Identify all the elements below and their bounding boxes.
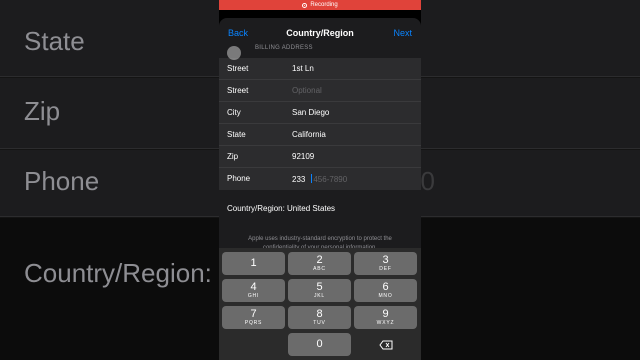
key-number: 3 [382, 254, 389, 266]
state-label: State [227, 130, 246, 139]
key-4[interactable]: 4 GHI [222, 279, 285, 302]
key-8[interactable]: 8 TUV [288, 306, 351, 329]
section-header: BILLING ADDRESS [255, 45, 313, 51]
key-letters: TUV [313, 320, 326, 326]
key-2[interactable]: 2 ABC [288, 252, 351, 275]
bg-label-country: Country/Region: [24, 258, 212, 288]
form-row-zip[interactable]: Zip 92109 [219, 146, 421, 168]
key-letters: PQRS [244, 320, 263, 326]
bg-label-zip: Zip [24, 96, 61, 126]
street-label: Street [227, 64, 249, 73]
key-6[interactable]: 6 MNO [354, 279, 417, 302]
key-number: 7 [250, 308, 257, 320]
key-number: 6 [382, 281, 389, 293]
key-letters: JKL [313, 293, 326, 299]
city-field[interactable]: San Diego [292, 108, 329, 117]
bg-label-phone: Phone [24, 166, 100, 196]
key-number: 1 [250, 257, 257, 269]
zip-label: Zip [227, 152, 239, 161]
street-2-label: Street [227, 86, 249, 95]
key-number: 0 [316, 338, 323, 350]
key-number: 5 [316, 281, 323, 293]
form-row-state[interactable]: State California [219, 124, 421, 146]
key-number: 8 [316, 308, 323, 320]
key-letters: DEF [379, 266, 392, 272]
key-letters: MNO [378, 293, 393, 299]
backspace-icon [378, 340, 392, 349]
zip-field[interactable]: 92109 [292, 152, 314, 161]
key-blank [222, 333, 285, 356]
street-field[interactable]: 1st Ln [292, 64, 314, 73]
key-number: 9 [382, 308, 389, 320]
key-number: 4 [250, 281, 257, 293]
phone-label: Phone [227, 174, 251, 183]
number-pad: 1 2 ABC 3 DEF 4 GHI 5 JKL 6 MNO 7 PQRS 8 TUV 9W… [219, 248, 421, 360]
phone-value: 233 [292, 175, 306, 184]
key-letters: ABC [313, 266, 326, 272]
key-9[interactable]: 9 WXYZ [354, 306, 417, 329]
state-field[interactable]: California [292, 130, 326, 139]
phone-screen: Recording Back Country/Region Next BILLI… [219, 0, 421, 360]
record-icon [302, 2, 308, 8]
phone-field[interactable]: 233 456-7890 [292, 174, 347, 184]
key-1[interactable]: 1 [222, 252, 285, 275]
recording-label: Recording [310, 2, 338, 8]
form-row-city[interactable]: City San Diego [219, 102, 421, 124]
form-row-street-2[interactable]: Street Optional [219, 80, 421, 102]
country-region-line[interactable]: Country/Region: United States [227, 204, 335, 213]
street-2-field[interactable]: Optional [292, 86, 322, 95]
address-form: Street 1st Ln Street Optional City San D… [219, 58, 421, 190]
navigation-bar: Back Country/Region Next [219, 18, 421, 48]
recording-indicator: Recording [219, 0, 421, 10]
key-7[interactable]: 7 PQRS [222, 306, 285, 329]
delete-key[interactable] [354, 333, 417, 356]
key-0[interactable]: 0 [288, 333, 351, 356]
key-3[interactable]: 3 DEF [354, 252, 417, 275]
key-5[interactable]: 5 JKL [288, 279, 351, 302]
form-row-phone[interactable]: Phone 233 456-7890 [219, 168, 421, 190]
phone-placeholder: 456-7890 [313, 175, 348, 184]
key-letters: GHI [247, 293, 260, 299]
form-row-street[interactable]: Street 1st Ln [219, 58, 421, 80]
key-number: 2 [316, 254, 323, 266]
page-title: Country/Region [286, 28, 354, 38]
bg-label-state: State [24, 26, 85, 56]
next-button[interactable]: Next [393, 28, 412, 38]
touch-indicator [227, 46, 241, 60]
city-label: City [227, 108, 241, 117]
key-letters: WXYZ [376, 320, 395, 326]
